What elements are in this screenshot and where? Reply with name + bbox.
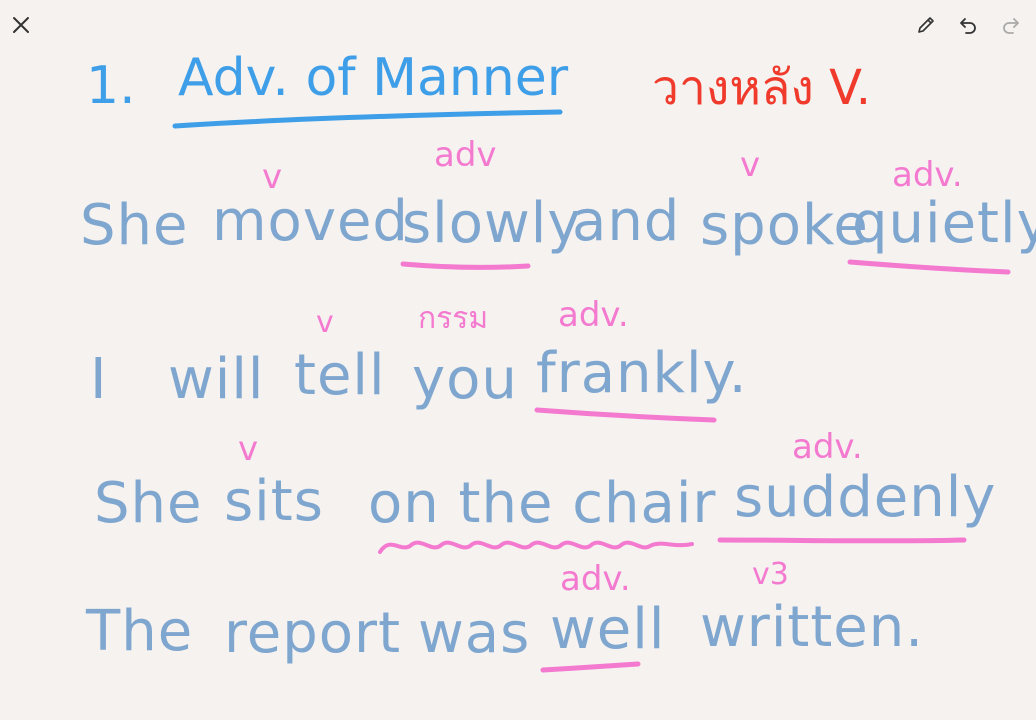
line3-phrase-on-the-chair: on the chair (368, 471, 717, 536)
line2-mark-v: v (316, 305, 334, 340)
line3-mark-adv: adv. (792, 427, 863, 467)
on-the-chair-squiggle (378, 540, 694, 554)
line2-word-you: you (412, 347, 518, 412)
line1-mark-adv: adv (434, 135, 497, 175)
line1-mark-adv2: adv. (892, 155, 963, 195)
suddenly-underline (717, 537, 967, 544)
line1-word-she: She (80, 193, 189, 258)
line1-mark-v2: v (740, 145, 761, 185)
line4-mark-adv: adv. (560, 559, 631, 599)
line2-word-i: I (90, 347, 108, 412)
line1-word-spoke: spoke (700, 193, 869, 258)
line4-word-the: The (86, 599, 194, 664)
slowly-underline (400, 261, 531, 270)
heading-title: Adv. of Manner (178, 48, 569, 108)
line3-word-sits: sits (224, 469, 324, 534)
heading-remark: วางหลัง V. (652, 60, 871, 116)
line2-word-will: will (168, 347, 265, 412)
line1-word-moved: moved (212, 189, 409, 254)
line3-mark-v: v (238, 429, 259, 469)
well-underline (540, 661, 641, 673)
frankly-underline (534, 407, 717, 423)
line1-word-slowly: slowly (402, 191, 582, 256)
line1-word-and: and (572, 189, 681, 254)
line4-mark-v3: v3 (752, 557, 789, 592)
line2-word-frankly: frankly. (536, 341, 748, 406)
line2-word-tell: tell (294, 343, 386, 408)
line4-word-was: was (418, 601, 531, 666)
note-canvas[interactable]: 1. Adv. of Manner วางหลัง V. v adv v adv… (0, 0, 1036, 720)
line3-word-she: She (94, 471, 203, 536)
line1-word-quietly: quietly. (852, 191, 1036, 256)
line4-word-well: well (550, 597, 666, 662)
title-underline (172, 109, 563, 129)
line3-word-suddenly: suddenly (734, 465, 997, 530)
line2-mark-adv: adv. (558, 295, 629, 335)
heading-number: 1. (86, 56, 136, 116)
line2-mark-grammar: กรรม (418, 301, 489, 336)
quietly-underline (847, 259, 1011, 275)
line4-word-written: written. (700, 595, 925, 660)
line4-word-report: report (224, 601, 402, 666)
